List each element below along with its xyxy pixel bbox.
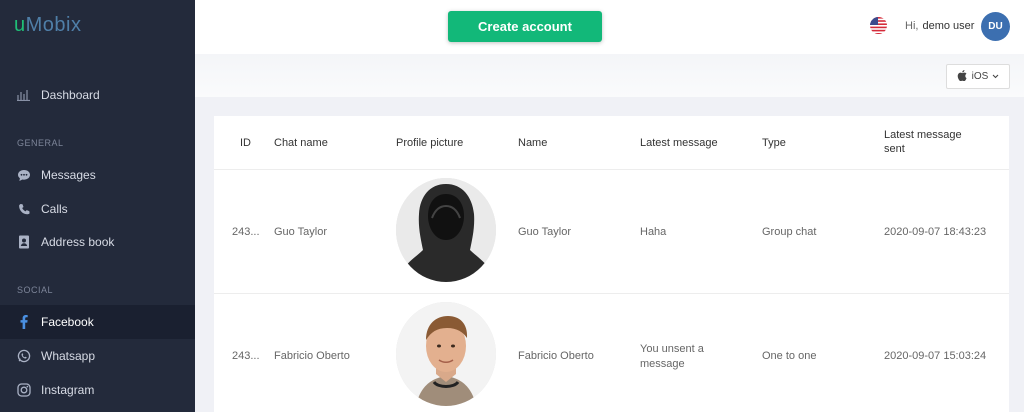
cell-name: Fabricio Oberto <box>518 350 594 362</box>
sidebar-item-dashboard[interactable]: Dashboard <box>0 78 195 112</box>
filter-bar: iOS <box>195 54 1024 97</box>
header-name[interactable]: Name <box>518 137 547 149</box>
cell-latest-message: You unsent a message <box>640 342 704 372</box>
os-select-value: iOS <box>971 71 989 82</box>
os-select-dropdown[interactable]: iOS <box>946 64 1010 89</box>
greeting-text: Hi, <box>905 20 919 32</box>
sidebar-item-label: Instagram <box>41 383 95 397</box>
message-line-1: You unsent a <box>640 343 704 355</box>
sidebar-item-label: Messages <box>41 168 96 182</box>
profile-picture <box>396 178 496 282</box>
cell-latest-message: Haha <box>640 226 667 238</box>
header-line-2: sent <box>884 143 905 155</box>
header-chat-name[interactable]: Chat name <box>274 137 328 149</box>
facebook-icon <box>17 315 31 329</box>
phone-icon <box>17 202 31 216</box>
header-latest-message-sent[interactable]: Latest message sent <box>884 129 962 155</box>
cell-id: 243... <box>232 350 260 362</box>
instagram-icon <box>17 383 31 397</box>
logo-u: u <box>14 14 26 36</box>
us-flag-icon[interactable] <box>870 17 887 34</box>
bar-chart-icon <box>17 88 31 102</box>
profile-picture <box>396 302 496 406</box>
app-logo[interactable]: uMobix <box>14 14 81 37</box>
cell-type: One to one <box>762 350 817 362</box>
header-profile-picture[interactable]: Profile picture <box>396 137 463 149</box>
sidebar-item-label: Facebook <box>41 315 94 329</box>
chat-bubble-icon <box>17 168 31 182</box>
user-greeting: Hi, demo user <box>905 20 974 32</box>
cell-chat-name: Fabricio Oberto <box>274 350 350 362</box>
section-general-label: GENERAL <box>17 138 64 148</box>
sidebar-item-facebook[interactable]: Facebook <box>0 305 195 339</box>
sidebar-item-label: Dashboard <box>41 88 100 102</box>
cell-sent: 2020-09-07 18:43:23 <box>884 226 987 238</box>
cell-name: Guo Taylor <box>518 226 571 238</box>
logo-text: Mobix <box>25 14 82 36</box>
create-account-button[interactable]: Create account <box>448 11 602 42</box>
avatar[interactable]: DU <box>981 12 1010 41</box>
header-type[interactable]: Type <box>762 137 786 149</box>
header-id[interactable]: ID <box>240 137 251 149</box>
cell-sent: 2020-09-07 15:03:24 <box>884 350 987 362</box>
sidebar-item-calls[interactable]: Calls <box>0 192 195 226</box>
message-line-2: message <box>640 358 685 370</box>
sidebar-item-label: Whatsapp <box>41 349 96 363</box>
contact-book-icon <box>17 235 31 249</box>
user-name[interactable]: demo user <box>922 20 974 32</box>
chevron-down-icon <box>992 72 999 81</box>
sidebar-item-whatsapp[interactable]: Whatsapp <box>0 339 195 373</box>
sidebar-item-label: Calls <box>41 202 68 216</box>
row-divider <box>214 169 1009 170</box>
apple-icon <box>957 69 967 84</box>
cell-chat-name: Guo Taylor <box>274 226 327 238</box>
sidebar-item-address-book[interactable]: Address book <box>0 225 195 259</box>
row-divider <box>214 293 1009 294</box>
sidebar-item-label: Address book <box>41 235 115 249</box>
sidebar-item-instagram[interactable]: Instagram <box>0 373 195 407</box>
sidebar: uMobix Dashboard GENERAL Messages Calls … <box>0 0 195 412</box>
cell-type: Group chat <box>762 226 817 238</box>
header-line-1: Latest message <box>884 129 962 141</box>
cell-id: 243... <box>232 226 260 238</box>
whatsapp-icon <box>17 349 31 363</box>
section-social-label: SOCIAL <box>17 285 54 295</box>
header-latest-message[interactable]: Latest message <box>640 137 718 149</box>
sidebar-item-messages[interactable]: Messages <box>0 158 195 192</box>
top-bar: Create account Hi, demo user DU <box>195 0 1024 54</box>
chats-table: ID Chat name Profile picture Name Latest… <box>214 116 1009 412</box>
